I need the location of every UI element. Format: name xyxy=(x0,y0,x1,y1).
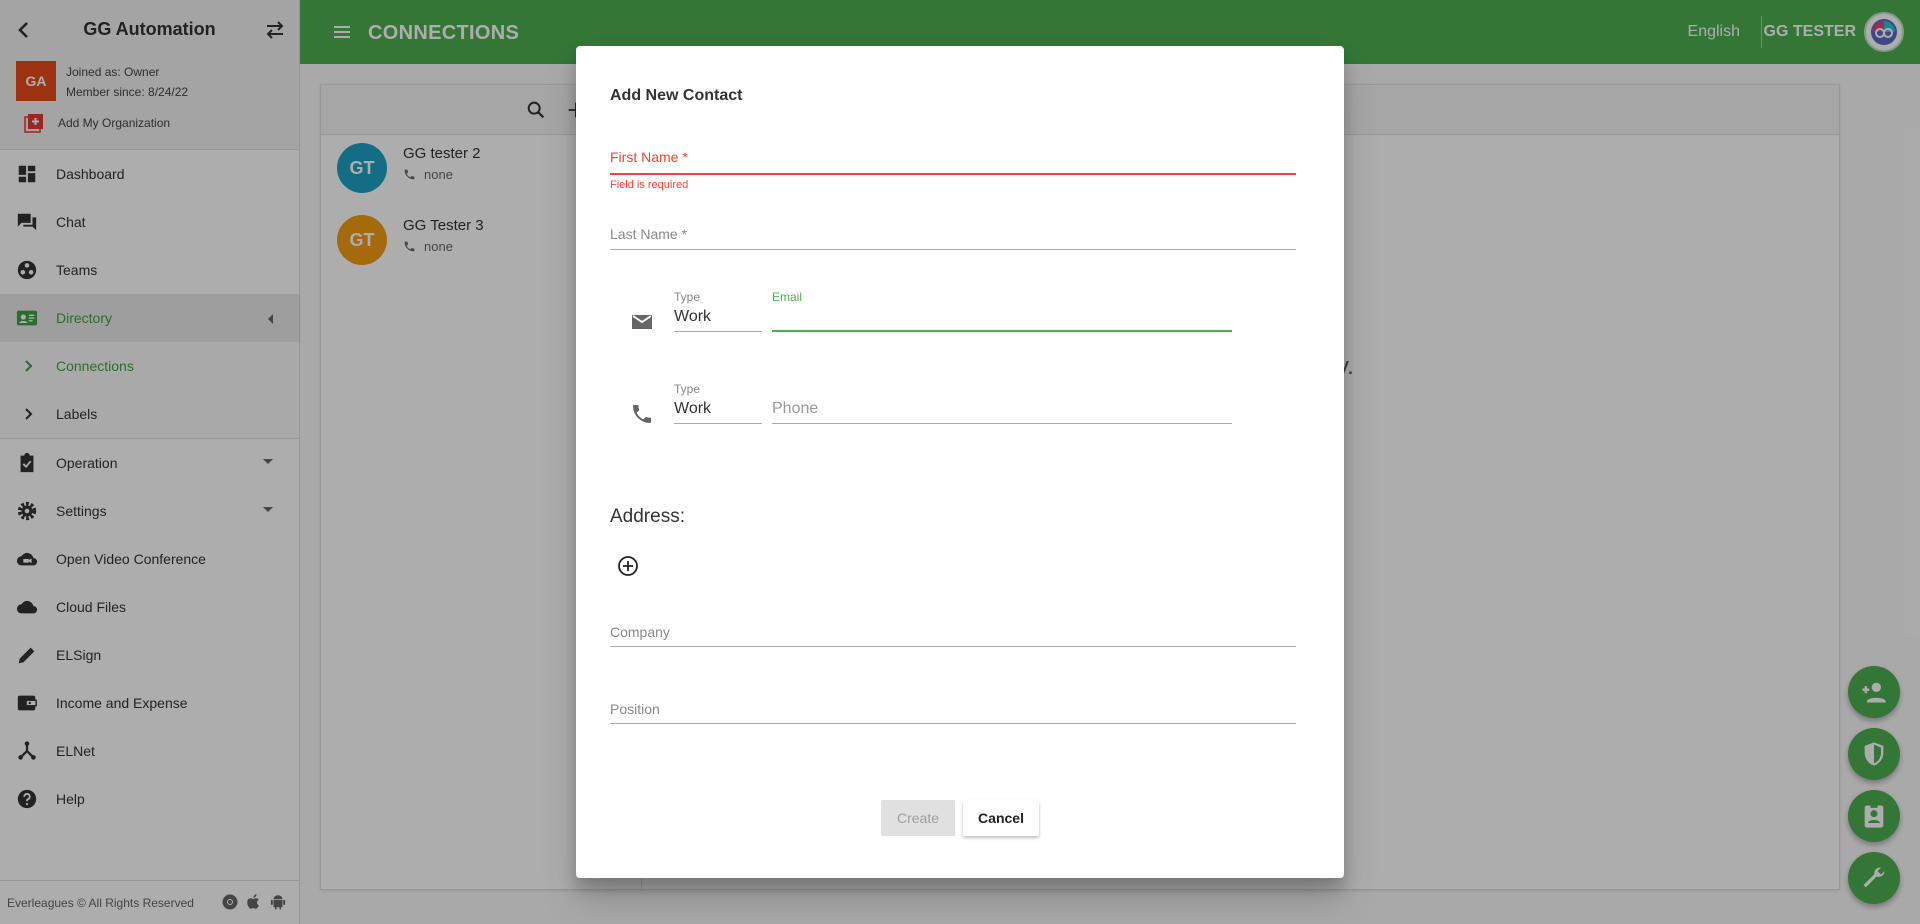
add-contact-dialog: Add New Contact First Name * Field is re… xyxy=(576,46,1344,878)
first-name-field[interactable]: First Name * Field is required xyxy=(610,149,1296,191)
company-field[interactable]: Company xyxy=(610,624,1296,648)
first-name-underline xyxy=(610,173,1296,175)
position-field[interactable]: Position xyxy=(610,701,1296,725)
cancel-button[interactable]: Cancel xyxy=(963,800,1039,836)
phone-underline xyxy=(772,423,1232,424)
dialog-actions: Create Cancel xyxy=(576,800,1344,836)
phone-icon xyxy=(633,405,651,423)
phone-type-label: Type xyxy=(674,382,701,396)
email-type-value: Work xyxy=(674,308,712,325)
last-name-field[interactable]: Last Name * xyxy=(610,226,1296,256)
email-type-underline xyxy=(674,331,762,332)
first-name-error: Field is required xyxy=(610,179,689,191)
position-underline xyxy=(610,723,1296,724)
phone-type-select[interactable]: Type Work xyxy=(674,382,762,424)
email-icon xyxy=(632,315,652,329)
address-label: Address: xyxy=(610,506,685,527)
phone-type-value: Work xyxy=(674,400,712,417)
first-name-label: First Name * xyxy=(610,149,688,165)
last-name-label: Last Name * xyxy=(610,226,688,242)
dialog-title: Add New Contact xyxy=(610,87,743,104)
phone-input[interactable]: Phone xyxy=(772,400,1232,426)
email-underline xyxy=(772,330,1232,332)
email-label: Email xyxy=(772,290,803,304)
company-label: Company xyxy=(610,624,670,640)
phone-type-underline xyxy=(674,423,762,424)
add-address-icon[interactable] xyxy=(616,554,640,578)
create-button[interactable]: Create xyxy=(881,800,955,836)
company-underline xyxy=(610,646,1296,647)
position-label: Position xyxy=(610,701,660,717)
last-name-underline xyxy=(610,249,1296,250)
phone-placeholder: Phone xyxy=(772,400,819,417)
email-type-select[interactable]: Type Work xyxy=(674,290,762,332)
email-input[interactable]: Email xyxy=(772,290,1232,334)
email-type-label: Type xyxy=(674,290,701,304)
